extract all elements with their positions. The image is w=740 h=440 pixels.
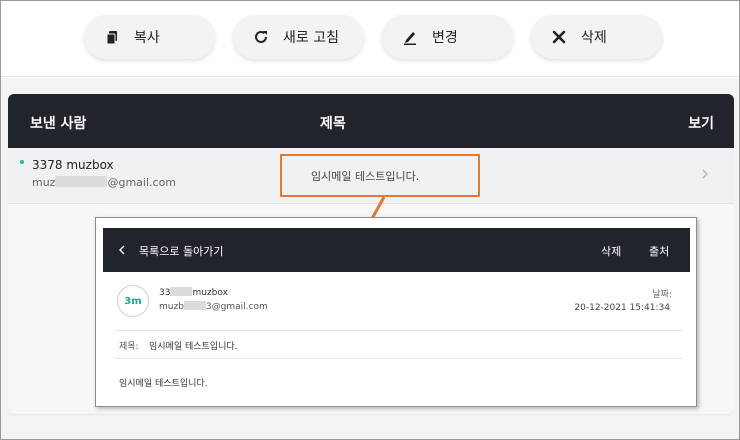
redaction-block (183, 301, 206, 310)
detail-delete-link[interactable]: 삭제 (601, 243, 621, 259)
date-label: 날짜: (652, 290, 672, 300)
mail-content: 임시메일 테스트입니다. (119, 379, 208, 389)
column-header-subject: 제목 (320, 116, 346, 132)
table-header: 보낸 사람 제목 보기 (8, 94, 734, 148)
subject-label: 제목: (119, 342, 139, 352)
detail-header-bar: 목록으로 돌아가기 삭제 출처 (103, 228, 690, 272)
refresh-icon (253, 29, 269, 45)
copy-button-label: 복사 (134, 30, 160, 46)
sender-email: muz @gmail.com (32, 176, 177, 189)
detail-source-link[interactable]: 출처 (649, 243, 669, 259)
chevron-right-icon[interactable] (698, 164, 712, 184)
detail-view-inset: 목록으로 돌아가기 삭제 출처 3m 33 muzbox muzb 3@gmail.… (95, 217, 697, 407)
refresh-button-label: 새로 고침 (283, 30, 339, 46)
sender-name: 3378 muzbox (32, 158, 114, 172)
avatar: 3m (117, 285, 149, 317)
detail-subject: 임시메일 테스트입니다. (149, 342, 238, 352)
redaction-block (170, 287, 193, 296)
detail-sender-email: muzb 3@gmail.com (159, 301, 268, 312)
chevron-left-icon[interactable] (117, 243, 127, 257)
subject-highlight-box (280, 154, 480, 197)
column-header-sender: 보낸 사람 (30, 116, 87, 132)
copy-button[interactable]: 복사 (84, 15, 215, 59)
x-icon (551, 29, 567, 45)
back-to-list-link[interactable]: 목록으로 돌아가기 (139, 243, 223, 259)
change-button[interactable]: 변경 (382, 15, 513, 59)
redaction-block (55, 176, 108, 187)
divider (115, 330, 682, 331)
toolbar: 복사 새로 고침 변경 삭제 (1, 1, 739, 77)
delete-button[interactable]: 삭제 (531, 15, 662, 59)
pen-icon (402, 29, 418, 45)
delete-button-label: 삭제 (581, 30, 607, 46)
unread-dot (20, 160, 24, 164)
date-value: 20-12-2021 15:41:34 (574, 303, 670, 313)
column-header-view: 보기 (688, 116, 714, 132)
change-button-label: 변경 (432, 30, 458, 46)
divider (115, 358, 682, 359)
detail-sender-name: 33 muzbox (159, 287, 228, 298)
copy-icon (104, 29, 120, 45)
refresh-button[interactable]: 새로 고침 (233, 15, 364, 59)
detail-body: 3m 33 muzbox muzb 3@gmail.com 날짜: 20-12-20… (103, 272, 690, 404)
